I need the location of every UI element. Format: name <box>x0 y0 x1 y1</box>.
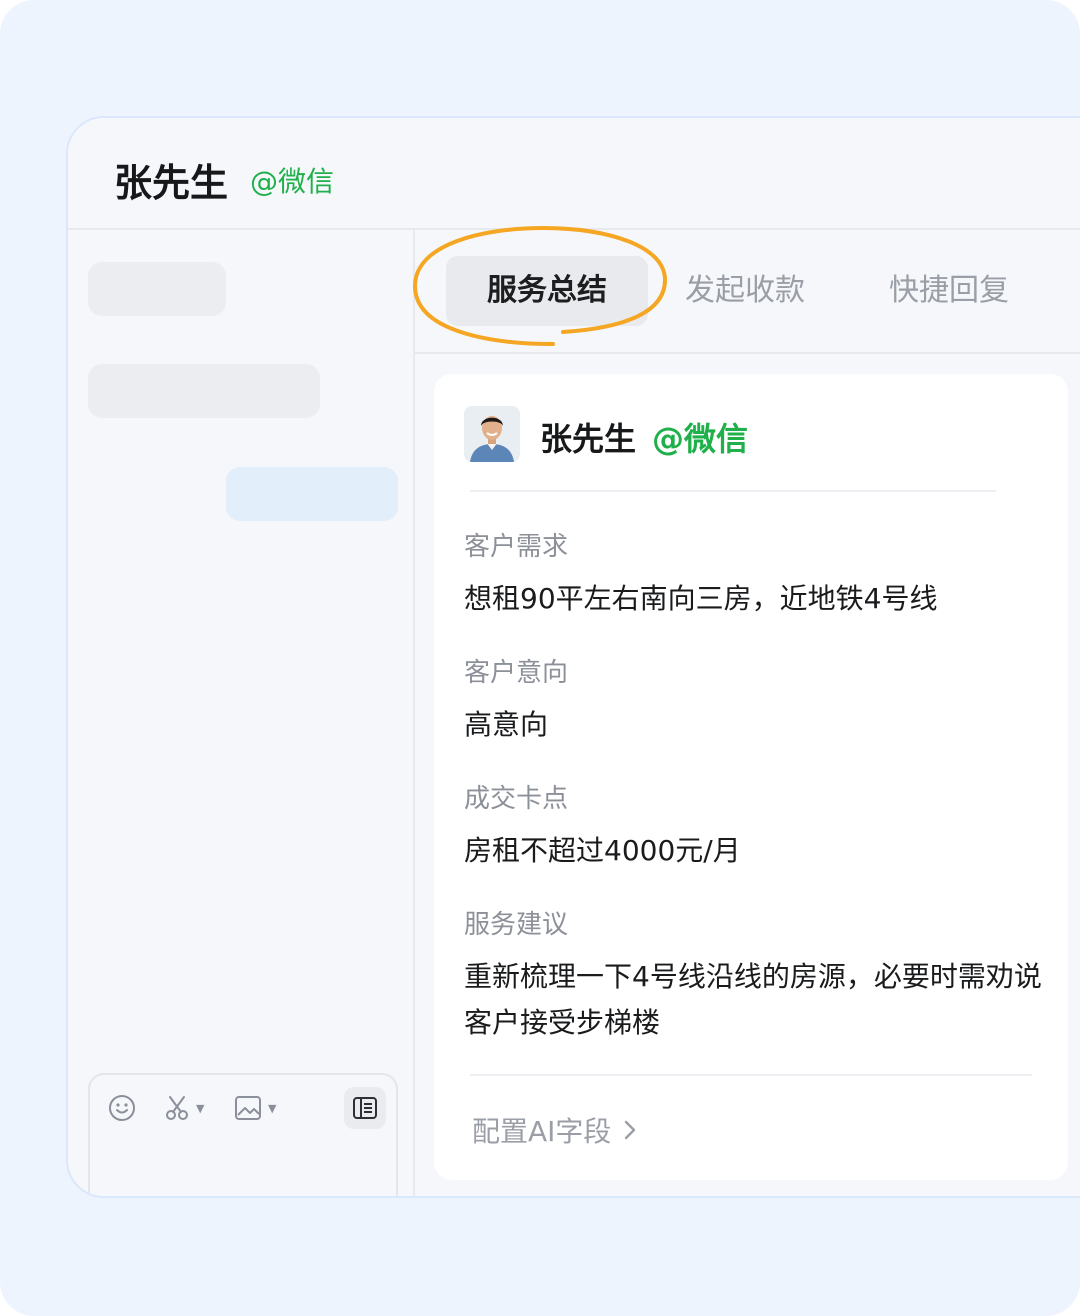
tab-quick-reply[interactable]: 快捷回复 <box>889 256 1009 326</box>
contact-source: @微信 <box>250 165 335 198</box>
field-value: 重新梳理一下4号线沿线的房源，必要时需劝说客户接受步梯楼 <box>464 960 1042 1039</box>
field-service-suggestion: 服务建议 重新梳理一下4号线沿线的房源，必要时需劝说客户接受步梯楼 <box>464 908 1044 1046</box>
field-value: 房租不超过4000元/月 <box>464 834 741 867</box>
chevron-down-icon[interactable]: ▼ <box>268 1102 276 1115</box>
field-deal-blocker: 成交卡点 房租不超过4000元/月 <box>464 782 1044 874</box>
scissors-icon[interactable]: ▼ <box>164 1093 204 1123</box>
contact-name: 张先生 <box>114 161 229 205</box>
image-icon[interactable]: ▼ <box>234 1093 276 1123</box>
window-header: 张先生 @微信 <box>68 118 1080 230</box>
chevron-down-icon[interactable]: ▼ <box>196 1102 204 1115</box>
incoming-message-placeholder <box>88 262 226 316</box>
configure-ai-fields-link[interactable]: 配置AI字段 <box>472 1110 637 1150</box>
divider <box>470 490 996 492</box>
canvas-background: 张先生 @微信 ▼ ▼ 服务总结 发起收款 快捷回复 张先生 @微信 客户需求 … <box>0 0 1080 1316</box>
side-panel: 服务总结 发起收款 快捷回复 张先生 @微信 客户需求 想租90平左右南向三房，… <box>412 225 1080 1196</box>
field-value: 高意向 <box>464 708 549 741</box>
card-contact-name: 张先生 <box>540 420 637 458</box>
chevron-right-icon[interactable] <box>623 1119 637 1141</box>
incoming-message-placeholder <box>88 364 320 418</box>
outgoing-message-placeholder <box>226 467 398 521</box>
chat-window: 张先生 @微信 ▼ ▼ 服务总结 发起收款 快捷回复 张先生 @微信 客户需求 … <box>66 116 1080 1198</box>
field-value: 想租90平左右南向三房，近地铁4号线 <box>464 582 938 615</box>
tab-service-summary[interactable]: 服务总结 <box>446 256 648 326</box>
message-composer[interactable]: ▼ ▼ <box>88 1073 398 1196</box>
field-label: 成交卡点 <box>464 784 569 814</box>
divider <box>470 1074 1032 1076</box>
field-customer-intent: 客户意向 高意向 <box>464 656 1044 748</box>
notes-icon[interactable] <box>344 1087 386 1129</box>
field-label: 客户需求 <box>464 532 569 562</box>
field-label: 服务建议 <box>464 910 569 940</box>
field-label: 客户意向 <box>464 658 569 688</box>
side-panel-tabs: 服务总结 发起收款 快捷回复 <box>412 225 1080 354</box>
tab-initiate-payment[interactable]: 发起收款 <box>685 256 805 326</box>
chat-pane: ▼ ▼ <box>68 230 415 1196</box>
field-customer-need: 客户需求 想租90平左右南向三房，近地铁4号线 <box>464 530 1044 622</box>
avatar <box>464 406 520 462</box>
configure-ai-fields-label[interactable]: 配置AI字段 <box>472 1110 611 1150</box>
summary-card: 张先生 @微信 客户需求 想租90平左右南向三房，近地铁4号线 客户意向 高意向… <box>434 374 1068 1180</box>
emoji-icon[interactable] <box>108 1093 136 1123</box>
card-contact-source: @微信 <box>652 420 749 458</box>
